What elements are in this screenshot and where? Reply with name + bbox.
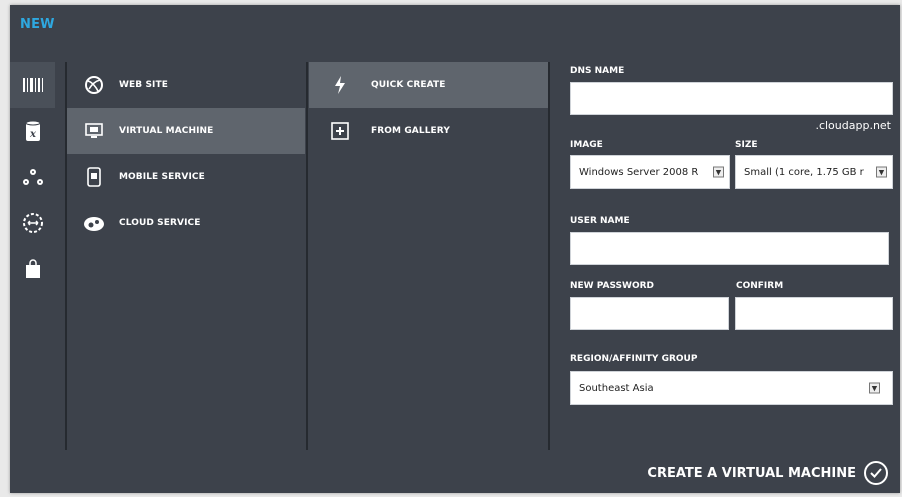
method-label: QUICK CREATE xyxy=(371,80,446,90)
size-label: SIZE xyxy=(735,140,758,150)
barcode-icon xyxy=(22,78,43,92)
method-item-quick-create[interactable]: QUICK CREATE xyxy=(309,62,548,108)
phone-icon xyxy=(77,167,111,187)
service-item-cloud-service[interactable]: CLOUD SERVICE xyxy=(77,200,305,246)
confirm-label: CONFIRM xyxy=(736,281,784,291)
method-label: FROM GALLERY xyxy=(371,126,450,136)
new-dialog: NEW x WEB SITE VIRTUAL MACHINE MOBILE SE… xyxy=(10,5,900,493)
monitor-icon xyxy=(77,123,111,139)
service-label: WEB SITE xyxy=(119,80,168,90)
create-vm-action[interactable]: CREATE A VIRTUAL MACHINE xyxy=(647,461,888,485)
chevron-down-icon[interactable]: ▼ xyxy=(876,166,887,178)
globe-icon xyxy=(77,75,111,95)
chevron-down-icon[interactable]: ▼ xyxy=(869,382,880,394)
service-item-web-site[interactable]: WEB SITE xyxy=(77,62,305,108)
image-select-value: Windows Server 2008 R xyxy=(579,166,699,178)
plus-box-icon xyxy=(323,122,357,140)
nodes-icon xyxy=(22,169,43,185)
checkmark-icon[interactable] xyxy=(864,461,888,485)
confirm-password-input[interactable] xyxy=(735,297,893,330)
method-item-from-gallery[interactable]: FROM GALLERY xyxy=(323,108,548,154)
user-name-label: USER NAME xyxy=(570,216,630,226)
dns-name-input[interactable] xyxy=(570,82,893,115)
rail-item-app-services[interactable] xyxy=(10,154,55,200)
service-label: MOBILE SERVICE xyxy=(119,172,205,182)
image-select[interactable]: Windows Server 2008 R ▼ xyxy=(570,155,730,189)
service-label: CLOUD SERVICE xyxy=(119,218,201,228)
size-select[interactable]: Small (1 core, 1.75 GB r ▼ xyxy=(735,155,893,189)
rail-item-data[interactable]: x xyxy=(10,108,55,154)
region-select[interactable]: Southeast Asia ▼ xyxy=(570,371,893,405)
new-password-input[interactable] xyxy=(570,297,729,330)
column-divider xyxy=(306,62,308,450)
chevron-down-icon[interactable]: ▼ xyxy=(713,166,724,178)
create-vm-label: CREATE A VIRTUAL MACHINE xyxy=(647,465,856,481)
svg-text:x: x xyxy=(29,129,37,140)
rail-item-networks[interactable] xyxy=(10,200,55,246)
new-password-label: NEW PASSWORD xyxy=(570,281,655,291)
region-label: REGION/AFFINITY GROUP xyxy=(570,354,698,364)
service-item-virtual-machine[interactable]: VIRTUAL MACHINE xyxy=(67,108,305,154)
column-divider xyxy=(548,62,550,450)
size-select-value: Small (1 core, 1.75 GB r xyxy=(744,166,864,178)
rail-item-store[interactable] xyxy=(10,246,55,292)
lightning-icon xyxy=(323,75,357,95)
service-item-mobile-service[interactable]: MOBILE SERVICE xyxy=(77,154,305,200)
dns-name-label: DNS NAME xyxy=(570,66,625,76)
network-circle-icon xyxy=(22,213,43,233)
shopping-bag-icon xyxy=(25,259,40,278)
category-rail: x xyxy=(10,62,55,292)
x-storage-icon: x xyxy=(25,120,40,141)
service-label: VIRTUAL MACHINE xyxy=(119,126,214,136)
dialog-title: NEW xyxy=(20,17,55,32)
image-label: IMAGE xyxy=(570,140,603,150)
dns-suffix: .cloudapp.net xyxy=(815,119,891,132)
rail-item-compute[interactable] xyxy=(10,62,55,108)
user-name-input[interactable] xyxy=(570,232,889,265)
gears-icon xyxy=(77,214,111,232)
region-select-value: Southeast Asia xyxy=(579,382,654,394)
